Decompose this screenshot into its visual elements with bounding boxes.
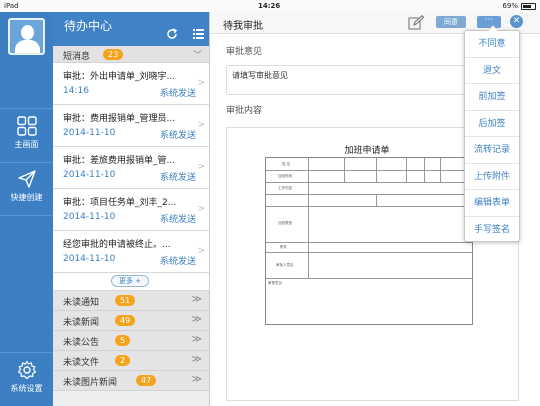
category-label: 未读公告 xyxy=(63,338,100,348)
message-date: 2014-11-10 xyxy=(63,128,116,138)
chevron-right-icon: > xyxy=(197,246,205,256)
category-unread-photo-news[interactable]: 未读图片新闻 47 ≫ xyxy=(53,371,209,391)
section-label: 短消息 xyxy=(63,52,91,62)
message-sender: 系统发送 xyxy=(159,215,196,225)
double-chevron-right-icon: ≫ xyxy=(191,334,202,345)
menu-item-flow-records[interactable]: 流转记录 xyxy=(465,137,519,164)
menu-item-pre-countersign[interactable]: 前加签 xyxy=(465,84,519,111)
menu-item-edit-form[interactable]: 编辑表单 xyxy=(465,190,519,217)
close-icon[interactable]: ✕ xyxy=(510,15,523,28)
menu-item-return[interactable]: 退文 xyxy=(465,58,519,84)
category-label: 未读通知 xyxy=(63,298,100,308)
category-label: 未读图片新闻 xyxy=(63,378,118,388)
overtime-form-image: 姓 名 加班时间 工作内容 加班类型 附件 审批人意见 审核意见 xyxy=(265,157,473,325)
chevron-right-icon: > xyxy=(197,120,205,130)
count-badge: 5 xyxy=(115,335,131,346)
double-chevron-right-icon: ≫ xyxy=(191,294,202,305)
message-date: 14:16 xyxy=(63,86,89,96)
message-sender: 系统发送 xyxy=(159,257,196,267)
rail-item-home[interactable]: 主画面 xyxy=(0,112,53,162)
left-rail: 主画面 快捷创建 系统设置 xyxy=(0,12,53,406)
message-title: 审批：外出申请单_刘晓宇... xyxy=(63,72,176,82)
send-icon xyxy=(17,170,36,188)
message-title: 审批：差旅费用报销单_管... xyxy=(63,156,176,166)
panel-title: 待办中心 xyxy=(64,19,113,33)
avatar[interactable] xyxy=(8,18,45,55)
rail-item-settings[interactable]: 系统设置 xyxy=(0,356,53,406)
section-short-messages[interactable]: 短消息 23 ﹀ xyxy=(53,46,209,63)
message-sender: 系统发送 xyxy=(159,173,196,183)
clock: 14:26 xyxy=(258,2,281,10)
double-chevron-right-icon: ≫ xyxy=(191,374,202,385)
more-button[interactable]: 更多 + xyxy=(111,275,149,287)
menu-item-disagree[interactable]: 不同意 xyxy=(465,31,519,58)
chevron-right-icon: > xyxy=(197,78,205,88)
count-badge: 2 xyxy=(115,355,131,366)
message-date: 2014-11-10 xyxy=(63,254,116,264)
count-badge: 47 xyxy=(136,375,157,386)
count-badge: 51 xyxy=(115,295,136,306)
list-item[interactable]: 审批：费用报销单_管理员... 2014-11-10 系统发送 > xyxy=(53,105,209,147)
grid-icon xyxy=(16,116,37,136)
count-badge: 49 xyxy=(115,315,136,326)
message-title: 经您审批的申请被终止。... xyxy=(63,240,171,250)
agree-button[interactable]: 同意 xyxy=(436,16,466,28)
message-title: 审批：费用报销单_管理员... xyxy=(63,114,176,124)
list-item[interactable]: 审批：外出申请单_刘晓宇... 14:16 系统发送 > xyxy=(53,63,209,105)
battery-icon xyxy=(521,3,536,10)
rail-item-label: 系统设置 xyxy=(10,384,43,393)
refresh-icon[interactable] xyxy=(166,28,178,40)
gear-icon xyxy=(17,360,36,380)
rail-item-quick-create[interactable]: 快捷创建 xyxy=(0,165,53,215)
more-actions-menu: 不同意 退文 前加签 后加签 流转记录 上传附件 编辑表单 手写签名 xyxy=(464,25,520,244)
device-label: iPad xyxy=(4,2,19,10)
category-label: 未读新闻 xyxy=(63,318,100,328)
category-label: 未读文件 xyxy=(63,358,100,368)
content-label: 审批内容 xyxy=(226,106,263,116)
chevron-right-icon: > xyxy=(197,204,205,214)
rail-item-label: 主画面 xyxy=(14,140,39,149)
category-unread-notices[interactable]: 未读通知 51 ≫ xyxy=(53,291,209,311)
menu-item-upload-attachment[interactable]: 上传附件 xyxy=(465,164,519,190)
message-sender: 系统发送 xyxy=(159,89,196,99)
edit-icon[interactable] xyxy=(408,15,424,30)
category-unread-files[interactable]: 未读文件 2 ≫ xyxy=(53,351,209,371)
todo-header: 待办中心 xyxy=(53,12,209,46)
rail-item-label: 快捷创建 xyxy=(10,193,43,202)
detail-title: 待我审批 xyxy=(223,21,263,32)
opinion-label: 审批意见 xyxy=(226,47,263,57)
menu-item-post-countersign[interactable]: 后加签 xyxy=(465,111,519,137)
status-bar: iPad 14:26 69% xyxy=(0,0,540,12)
list-item[interactable]: 审批：项目任务单_刘丰_2... 2014-11-10 系统发送 > xyxy=(53,189,209,231)
list-item[interactable]: 审批：差旅费用报销单_管... 2014-11-10 系统发送 > xyxy=(53,147,209,189)
message-sender: 系统发送 xyxy=(159,131,196,141)
message-title: 审批：项目任务单_刘丰_2... xyxy=(63,198,177,208)
message-date: 2014-11-10 xyxy=(63,212,116,222)
more-row: 更多 + xyxy=(53,273,209,291)
category-unread-news[interactable]: 未读新闻 49 ≫ xyxy=(53,311,209,331)
list-item[interactable]: 经您审批的申请被终止。... 2014-11-10 系统发送 > xyxy=(53,231,209,273)
list-menu-icon[interactable] xyxy=(193,29,204,39)
chevron-down-icon: ﹀ xyxy=(192,51,202,61)
battery-percent: 69% xyxy=(502,2,518,10)
todo-panel: 待办中心 短消息 23 ﹀ 审批：外出申请单_刘晓宇... 14:16 系统发送… xyxy=(53,12,210,406)
menu-item-handwritten-signature[interactable]: 手写签名 xyxy=(465,217,519,244)
message-date: 2014-11-10 xyxy=(63,170,116,180)
count-badge: 23 xyxy=(103,49,124,60)
category-unread-announcements[interactable]: 未读公告 5 ≫ xyxy=(53,331,209,351)
chevron-right-icon: > xyxy=(197,162,205,172)
double-chevron-right-icon: ≫ xyxy=(191,354,202,365)
double-chevron-right-icon: ≫ xyxy=(191,314,202,325)
